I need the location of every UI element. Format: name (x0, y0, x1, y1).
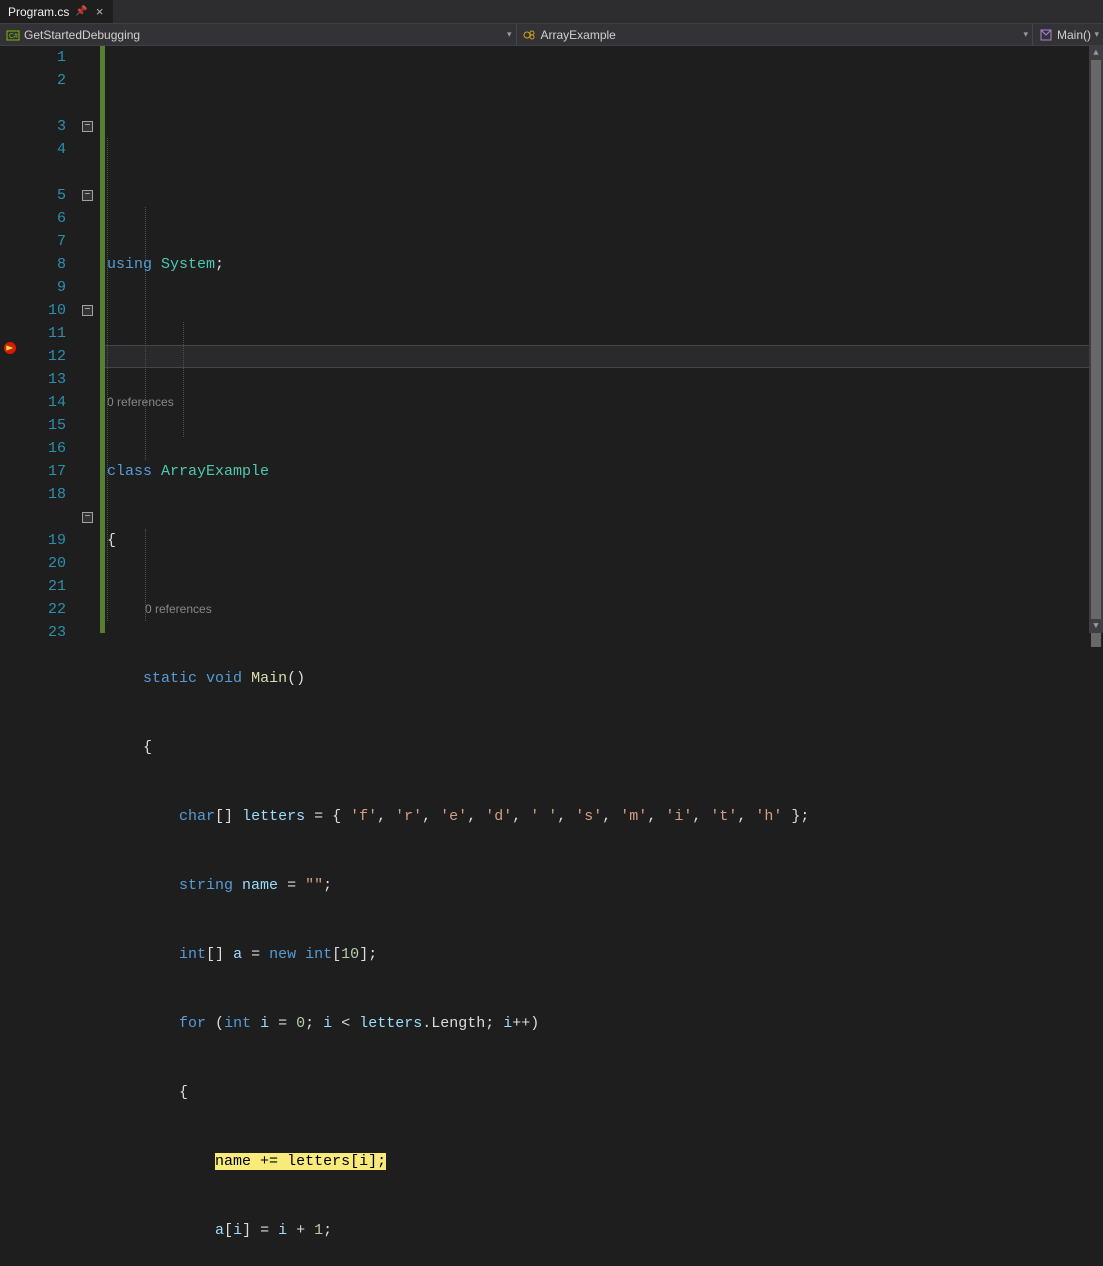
line-number-gutter: 1 2 3 4 5 6 7 8 9 10 11 12 13 14 15 16 1… (20, 46, 80, 633)
chevron-down-icon: ▾ (1094, 29, 1099, 40)
fold-column: − − − − (80, 46, 100, 633)
tab-bar: Program.cs 📌 × (0, 0, 1103, 24)
line-number: 2 (20, 69, 66, 92)
codelens[interactable]: 0 references (105, 391, 1103, 414)
line-number: 18 (20, 483, 66, 506)
nav-class-dropdown[interactable]: ArrayExample ▾ (517, 24, 1034, 45)
code-line[interactable]: using System; (105, 253, 1103, 276)
line-number: 5 (20, 184, 66, 207)
nav-member-dropdown[interactable]: Main() ▾ (1033, 24, 1103, 45)
vertical-scrollbar[interactable]: ▲ ▼ (1089, 46, 1103, 633)
tab-title: Program.cs (8, 5, 69, 19)
project-icon: C# (6, 28, 20, 42)
line-number: 11 (20, 322, 66, 345)
nav-project-label: GetStartedDebugging (24, 28, 140, 42)
class-icon (523, 28, 537, 42)
line-number: 10 (20, 299, 66, 322)
fold-toggle[interactable]: − (82, 305, 93, 316)
chevron-down-icon: ▾ (507, 29, 512, 40)
code-line[interactable]: static void Main() (105, 667, 1103, 690)
line-number: 22 (20, 598, 66, 621)
file-tab[interactable]: Program.cs 📌 × (0, 0, 113, 23)
code-line[interactable]: class ArrayExample (105, 460, 1103, 483)
pin-icon[interactable]: 📌 (75, 6, 87, 17)
navigation-bar: C# GetStartedDebugging ▾ ArrayExample ▾ … (0, 24, 1103, 46)
line-number: 1 (20, 46, 66, 69)
scroll-down-icon[interactable]: ▼ (1089, 619, 1103, 633)
current-line-highlight (105, 345, 1103, 368)
line-number: 7 (20, 230, 66, 253)
close-icon[interactable]: × (94, 4, 106, 19)
line-number: 19 (20, 529, 66, 552)
line-number: 8 (20, 253, 66, 276)
nav-class-label: ArrayExample (541, 28, 616, 42)
fold-toggle[interactable]: − (82, 190, 93, 201)
code-area[interactable]: using System; 0 references class ArrayEx… (105, 46, 1103, 633)
line-number: 16 (20, 437, 66, 460)
fold-toggle[interactable]: − (82, 512, 93, 523)
line-number: 14 (20, 391, 66, 414)
code-line[interactable]: for (int i = 0; i < letters.Length; i++) (105, 1012, 1103, 1035)
nav-member-label: Main() (1057, 28, 1091, 42)
line-number: 20 (20, 552, 66, 575)
current-statement-highlight: name += letters[i]; (215, 1153, 386, 1170)
line-number: 9 (20, 276, 66, 299)
line-number: 6 (20, 207, 66, 230)
code-line[interactable]: { (105, 1081, 1103, 1104)
code-line[interactable]: int[] a = new int[10]; (105, 943, 1103, 966)
scroll-up-icon[interactable]: ▲ (1089, 46, 1103, 60)
code-line[interactable]: { (105, 736, 1103, 759)
breakpoint-current-icon[interactable] (3, 341, 17, 355)
chevron-down-icon: ▾ (1023, 29, 1028, 40)
line-number: 13 (20, 368, 66, 391)
nav-project-dropdown[interactable]: C# GetStartedDebugging ▾ (0, 24, 517, 45)
scrollbar-thumb[interactable] (1091, 60, 1101, 647)
method-icon (1039, 28, 1053, 42)
line-number: 3 (20, 115, 66, 138)
line-number: 15 (20, 414, 66, 437)
line-number: 4 (20, 138, 66, 161)
code-line[interactable]: { (105, 529, 1103, 552)
codelens[interactable]: 0 references (105, 598, 1103, 621)
code-line[interactable]: a[i] = i + 1; (105, 1219, 1103, 1242)
code-line[interactable] (105, 322, 1103, 345)
code-line[interactable]: string name = ""; (105, 874, 1103, 897)
line-number: 21 (20, 575, 66, 598)
editor: 1 2 3 4 5 6 7 8 9 10 11 12 13 14 15 16 1… (0, 46, 1103, 633)
code-line[interactable]: char[] letters = { 'f', 'r', 'e', 'd', '… (105, 805, 1103, 828)
line-number: 17 (20, 460, 66, 483)
glyph-margin[interactable] (0, 46, 20, 633)
code-line[interactable]: name += letters[i]; (105, 1150, 1103, 1173)
fold-toggle[interactable]: − (82, 121, 93, 132)
svg-text:C#: C# (9, 33, 18, 40)
line-number: 12 (20, 345, 66, 368)
